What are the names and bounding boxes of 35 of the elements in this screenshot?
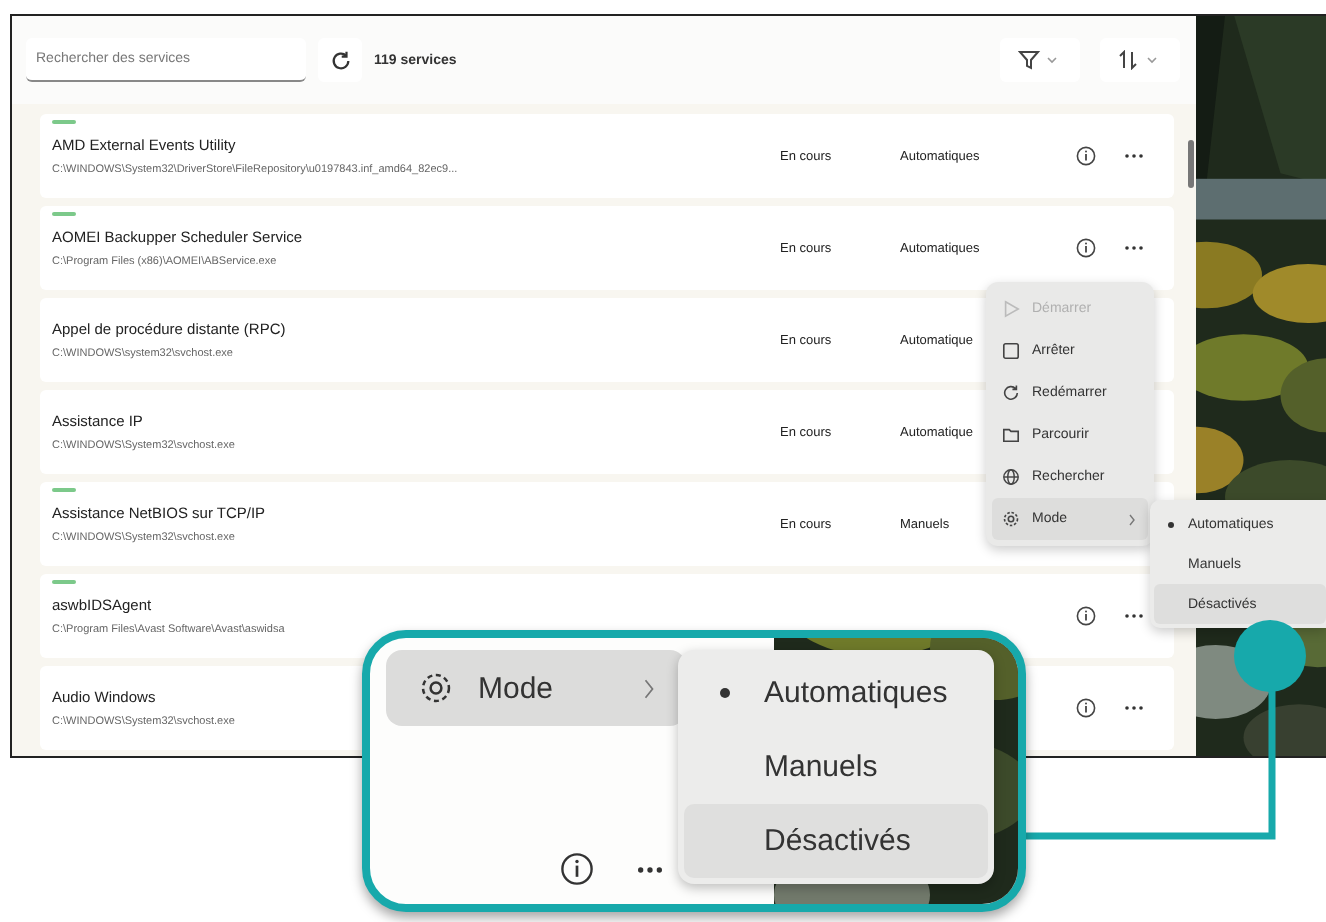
info-icon[interactable]	[1076, 698, 1096, 718]
filter-icon	[1018, 50, 1062, 70]
running-indicator	[52, 488, 76, 492]
info-icon[interactable]	[1076, 606, 1096, 626]
sort-icon	[1118, 50, 1162, 70]
running-indicator	[52, 212, 76, 216]
refresh-icon	[329, 49, 351, 71]
gear-icon	[418, 670, 454, 706]
scrollbar-thumb[interactable]	[1188, 140, 1194, 188]
callout-marker	[1234, 620, 1306, 692]
globe-icon	[1002, 468, 1020, 486]
running-indicator	[52, 120, 76, 124]
play-icon	[1002, 300, 1020, 318]
more-icon[interactable]	[636, 866, 664, 874]
running-indicator	[52, 580, 76, 584]
submenu-item[interactable]: Automatiques	[684, 656, 988, 730]
sort-button[interactable]	[1100, 38, 1180, 82]
more-icon[interactable]	[1124, 152, 1144, 160]
square-icon	[1002, 342, 1020, 360]
folder-icon	[1002, 426, 1020, 444]
info-icon[interactable]	[560, 852, 594, 886]
chevron-icon	[642, 677, 656, 699]
more-icon[interactable]	[1124, 244, 1144, 252]
more-icon[interactable]	[1124, 612, 1144, 620]
filter-button[interactable]	[1000, 38, 1080, 82]
refresh-icon	[1002, 384, 1020, 402]
chevron-icon	[1128, 513, 1136, 525]
refresh-button[interactable]	[318, 38, 362, 82]
info-icon[interactable]	[1076, 238, 1096, 258]
info-icon[interactable]	[1076, 146, 1096, 166]
submenu-item[interactable]: Désactivés	[684, 804, 988, 878]
submenu-item[interactable]: Manuels	[684, 730, 988, 804]
menu-item[interactable]: Mode	[386, 650, 686, 726]
more-icon[interactable]	[1124, 704, 1144, 712]
gear-icon	[1002, 510, 1020, 528]
